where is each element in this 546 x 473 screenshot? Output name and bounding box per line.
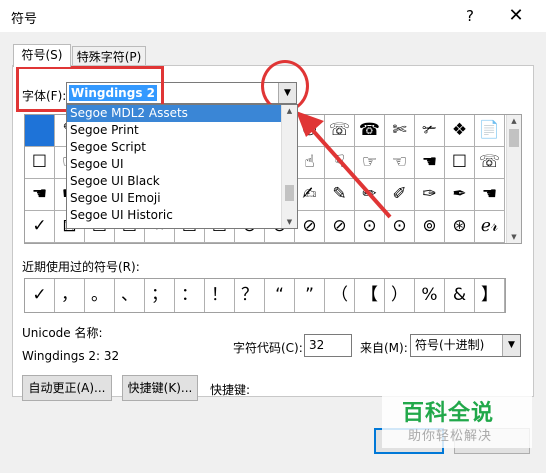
font-dropdown-list[interactable]: Segoe UI Historic Segoe UI Emoji Segoe UI … (66, 104, 298, 229)
recent-symbol-cell[interactable]: ： (175, 279, 205, 312)
shortcut-label: 快捷键: (210, 383, 251, 397)
recent-symbol-cell[interactable]: ” (295, 279, 325, 312)
font-dropdown-item[interactable]: Segoe UI Black (67, 173, 284, 190)
recent-symbol-cell[interactable]: % (415, 279, 445, 312)
symbol-cell[interactable]: ⊛ (445, 211, 475, 243)
scroll-thumb[interactable] (285, 185, 294, 201)
symbol-cell[interactable]: ☐ (445, 147, 475, 179)
recent-symbol-cell[interactable]: （ (325, 279, 355, 312)
symbol-cell[interactable]: 📄 (475, 115, 505, 147)
chevron-down-icon[interactable]: ▼ (502, 335, 520, 356)
recent-symbol-cell[interactable]: & (445, 279, 475, 312)
font-dropdown-item[interactable]: Segoe Print (67, 122, 284, 139)
from-label: 来自(M): (360, 341, 408, 355)
recent-symbol-cell[interactable]: 、 (115, 279, 145, 312)
symbol-cell[interactable] (25, 115, 55, 147)
symbol-cell[interactable]: ✒ (445, 179, 475, 211)
scroll-down-icon[interactable]: ▼ (507, 231, 521, 243)
help-button[interactable]: ? (459, 5, 481, 27)
symbol-cell[interactable]: ❖ (445, 115, 475, 147)
shortcut-key-button[interactable]: 快捷键(K)... (122, 375, 198, 401)
close-button[interactable]: ✕ (503, 4, 529, 28)
autocorrect-button[interactable]: 自动更正(A)... (22, 375, 112, 401)
recent-symbol-cell[interactable]: 【 (355, 279, 385, 312)
symbol-cell[interactable]: ✃ (415, 115, 445, 147)
unicode-name-label: Unicode 名称: (22, 326, 103, 340)
recent-symbol-cell[interactable]: 。 (85, 279, 115, 312)
symbol-cell[interactable]: ℯ𝓇 (475, 211, 505, 243)
scroll-up-icon[interactable]: ▲ (507, 115, 521, 127)
watermark-subtitle: 助你轻松解决 (408, 429, 493, 444)
unicode-name-value: Wingdings 2: 32 (22, 349, 120, 363)
recent-symbol-cell[interactable]: ； (145, 279, 175, 312)
recent-symbols-label: 近期使用过的符号(R): (22, 260, 140, 274)
symbol-cell[interactable]: ☚ (25, 179, 55, 211)
symbol-grid-scrollbar[interactable]: ▲ ▼ (506, 115, 521, 243)
recent-symbol-cell[interactable]: ✓ (25, 279, 55, 312)
scroll-up-icon[interactable]: ▲ (282, 105, 297, 117)
symbol-cell[interactable]: ☐ (25, 147, 55, 179)
recent-symbols-row[interactable]: ✓，。、；：！？ “” （【）% &】 (24, 278, 506, 313)
font-dropdown-item[interactable]: Segoe UI (67, 156, 284, 173)
char-code-input[interactable]: 32 (304, 334, 352, 357)
font-dropdown-scrollbar[interactable]: ▲ ▼ (281, 105, 297, 228)
recent-symbol-cell[interactable]: “ (265, 279, 295, 312)
font-dropdown-item[interactable]: Segoe UI Emoji (67, 190, 284, 207)
symbol-cell[interactable]: ✑ (415, 179, 445, 211)
annotation-arrow-icon (296, 111, 392, 219)
tab-symbols[interactable]: 符号(S) (13, 44, 71, 67)
from-select[interactable]: 符号(十进制) ▼ (410, 334, 521, 357)
scroll-down-icon[interactable]: ▼ (282, 216, 297, 228)
char-code-label: 字符代码(C): (233, 341, 303, 355)
symbol-cell[interactable]: ☏ (475, 147, 505, 179)
recent-symbol-cell[interactable]: 】 (475, 279, 505, 312)
symbol-cell[interactable]: ☚ (415, 147, 445, 179)
font-dropdown-item[interactable]: Segoe MDL2 Assets (67, 105, 284, 122)
font-dropdown-item[interactable]: Segoe Script (67, 139, 284, 156)
window-title: 符号 (11, 12, 38, 27)
symbol-cell[interactable]: ✓ (25, 211, 55, 243)
recent-symbol-cell[interactable]: ？ (235, 279, 265, 312)
from-select-value: 符号(十进制) (415, 338, 485, 352)
symbol-cell[interactable]: ☚ (475, 179, 505, 211)
recent-symbol-cell[interactable]: ！ (205, 279, 235, 312)
watermark-title: 百科全说 (402, 401, 495, 426)
font-dropdown-item[interactable]: Segoe UI Historic (67, 207, 284, 224)
tab-special-characters[interactable]: 特殊字符(P) (72, 46, 146, 67)
recent-symbol-cell[interactable]: ） (385, 279, 415, 312)
symbol-cell[interactable]: ⊚ (415, 211, 445, 243)
scroll-thumb[interactable] (509, 129, 519, 147)
recent-symbol-cell[interactable]: ， (55, 279, 85, 312)
